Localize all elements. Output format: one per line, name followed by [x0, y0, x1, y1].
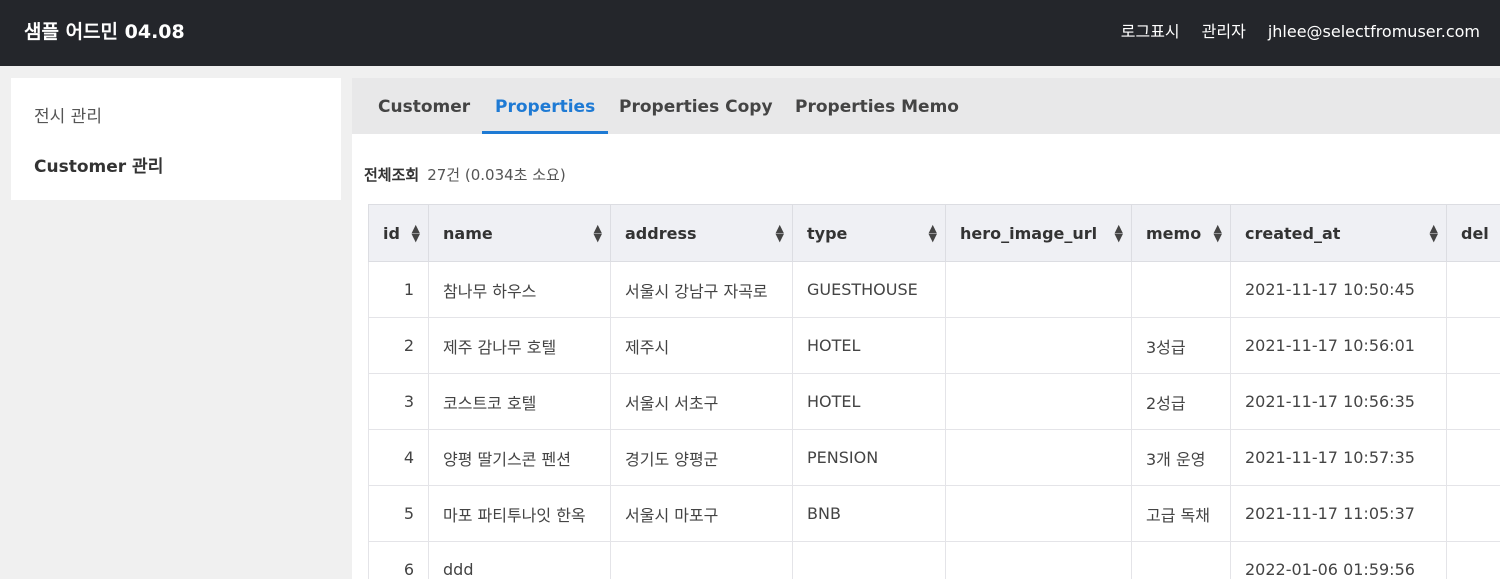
- sidebar-item-customer-management[interactable]: Customer 관리: [34, 152, 163, 177]
- table-cell-del: [1446, 373, 1500, 430]
- table-cell-id: 6: [368, 541, 429, 579]
- table-cell-name: 마포 파티투나잇 한옥: [428, 485, 611, 542]
- table-cell-del: [1446, 429, 1500, 486]
- table-cell-address: 제주시: [610, 317, 793, 374]
- column-header-label: memo: [1146, 223, 1202, 243]
- app-title[interactable]: 샘플 어드민 04.08: [24, 0, 185, 64]
- table-cell-created-at: 2021-11-17 10:56:35: [1230, 373, 1447, 430]
- table-row[interactable]: 1 참나무 하우스 서울시 강남구 자곡로 GUESTHOUSE 2021-11-17 …: [368, 261, 1500, 318]
- top-nav: 로그표시 관리자 jhlee@selectfromuser.com: [1121, 0, 1480, 64]
- table-cell-address: [610, 541, 793, 579]
- table-cell-id: 5: [368, 485, 429, 542]
- table-cell-created-at: 2021-11-17 10:57:35: [1230, 429, 1447, 486]
- table-cell-name: 코스트코 호텔: [428, 373, 611, 430]
- table-row[interactable]: 2 제주 감나무 호텔 제주시 HOTEL 3성급 2021-11-17 10:56:01: [368, 317, 1500, 374]
- column-header-label: del: [1461, 223, 1489, 243]
- table-row[interactable]: 3 코스트코 호텔 서울시 서초구 HOTEL 2성급 2021-11-17 10:56:…: [368, 373, 1500, 430]
- column-header-del[interactable]: del: [1446, 204, 1500, 262]
- table-row[interactable]: 6 ddd 2022-01-06 01:59:56: [368, 541, 1500, 579]
- tab-bar: Customer Properties Properties Copy Prop…: [352, 78, 1500, 134]
- table-cell-memo: 고급 독채: [1131, 485, 1231, 542]
- table-cell-type: GUESTHOUSE: [792, 261, 946, 318]
- table-cell-name: 참나무 하우스: [428, 261, 611, 318]
- tab-customer[interactable]: Customer: [365, 78, 483, 134]
- table-cell-created-at: 2021-11-17 10:56:01: [1230, 317, 1447, 374]
- table-cell-memo: 2성급: [1131, 373, 1231, 430]
- table-cell-id: 1: [368, 261, 429, 318]
- table-cell-del: [1446, 261, 1500, 318]
- table-header-row: id ▲ ▼ name ▲ ▼ address ▲ ▼ type ▲ ▼ hero_image_url ▲…: [368, 204, 1500, 262]
- top-bar: 샘플 어드민 04.08 로그표시 관리자 jhlee@selectfromus…: [0, 0, 1500, 66]
- table-cell-type: BNB: [792, 485, 946, 542]
- table-cell-type: PENSION: [792, 429, 946, 486]
- column-header-label: address: [625, 223, 697, 243]
- table-cell-memo: 3성급: [1131, 317, 1231, 374]
- table-cell-del: [1446, 541, 1500, 579]
- table-cell-address: 서울시 강남구 자곡로: [610, 261, 793, 318]
- column-header-label: created_at: [1245, 223, 1341, 243]
- table-cell-del: [1446, 317, 1500, 374]
- sort-icon[interactable]: ▲ ▼: [412, 223, 420, 243]
- table-cell-type: HOTEL: [792, 317, 946, 374]
- admin-link[interactable]: 관리자: [1202, 0, 1246, 64]
- table-cell-address: 서울시 마포구: [610, 485, 793, 542]
- table-cell-hero-image-url: [945, 541, 1132, 579]
- table-cell-id: 4: [368, 429, 429, 486]
- column-header-label: id: [383, 223, 400, 243]
- table-cell-del: [1446, 485, 1500, 542]
- table-cell-hero-image-url: [945, 261, 1132, 318]
- table-cell-name: 제주 감나무 호텔: [428, 317, 611, 374]
- column-header-type[interactable]: type ▲ ▼: [792, 204, 946, 262]
- table-cell-address: 경기도 양평군: [610, 429, 793, 486]
- table-row[interactable]: 4 양평 딸기스콘 펜션 경기도 양평군 PENSION 3개 운영 2021-11-17…: [368, 429, 1500, 486]
- main-panel: Customer Properties Properties Copy Prop…: [352, 78, 1500, 579]
- table-cell-hero-image-url: [945, 485, 1132, 542]
- column-header-address[interactable]: address ▲ ▼: [610, 204, 793, 262]
- column-header-memo[interactable]: memo ▲ ▼: [1131, 204, 1231, 262]
- log-display-link[interactable]: 로그표시: [1121, 0, 1180, 64]
- table-row[interactable]: 5 마포 파티투나잇 한옥 서울시 마포구 BNB 고급 독채 2021-11-17 11…: [368, 485, 1500, 542]
- column-header-hero-image-url[interactable]: hero_image_url ▲ ▼: [945, 204, 1132, 262]
- table-cell-hero-image-url: [945, 373, 1132, 430]
- table-cell-hero-image-url: [945, 317, 1132, 374]
- sidebar: 전시 관리 Customer 관리: [11, 78, 341, 200]
- column-header-label: type: [807, 223, 848, 243]
- result-summary: 전체조회 27건 (0.034초 소요): [364, 164, 566, 185]
- sort-icon[interactable]: ▲ ▼: [776, 223, 784, 243]
- column-header-label: name: [443, 223, 493, 243]
- tab-properties[interactable]: Properties: [482, 78, 609, 134]
- table-cell-memo: [1131, 261, 1231, 318]
- table-cell-hero-image-url: [945, 429, 1132, 486]
- table-cell-created-at: 2022-01-06 01:59:56: [1230, 541, 1447, 579]
- table-cell-created-at: 2021-11-17 11:05:37: [1230, 485, 1447, 542]
- column-header-name[interactable]: name ▲ ▼: [428, 204, 611, 262]
- column-header-created-at[interactable]: created_at ▲ ▼: [1230, 204, 1447, 262]
- table-cell-address: 서울시 서초구: [610, 373, 793, 430]
- properties-table: id ▲ ▼ name ▲ ▼ address ▲ ▼ type ▲ ▼ hero_image_url ▲…: [368, 204, 1500, 579]
- table-cell-memo: 3개 운영: [1131, 429, 1231, 486]
- sort-icon[interactable]: ▲ ▼: [594, 223, 602, 243]
- table-cell-type: HOTEL: [792, 373, 946, 430]
- column-header-label: hero_image_url: [960, 223, 1098, 243]
- table-cell-id: 2: [368, 317, 429, 374]
- table-cell-memo: [1131, 541, 1231, 579]
- table-cell-name: ddd: [428, 541, 611, 579]
- sort-icon[interactable]: ▲ ▼: [1115, 223, 1123, 243]
- column-header-id[interactable]: id ▲ ▼: [368, 204, 429, 262]
- table-cell-id: 3: [368, 373, 429, 430]
- tab-properties-memo[interactable]: Properties Memo: [782, 78, 972, 134]
- tab-properties-copy[interactable]: Properties Copy: [606, 78, 786, 134]
- sidebar-item-display-management[interactable]: 전시 관리: [34, 102, 102, 127]
- table-body: 1 참나무 하우스 서울시 강남구 자곡로 GUESTHOUSE 2021-11-17 …: [368, 261, 1500, 579]
- summary-count: 27건 (0.034초 소요): [427, 166, 566, 184]
- user-email-link[interactable]: jhlee@selectfromuser.com: [1268, 0, 1480, 64]
- table-cell-created-at: 2021-11-17 10:50:45: [1230, 261, 1447, 318]
- sort-icon[interactable]: ▲ ▼: [929, 223, 937, 243]
- summary-label: 전체조회: [364, 166, 420, 184]
- table-cell-name: 양평 딸기스콘 펜션: [428, 429, 611, 486]
- table-cell-type: [792, 541, 946, 579]
- sort-icon[interactable]: ▲ ▼: [1430, 223, 1438, 243]
- sort-icon[interactable]: ▲ ▼: [1214, 223, 1222, 243]
